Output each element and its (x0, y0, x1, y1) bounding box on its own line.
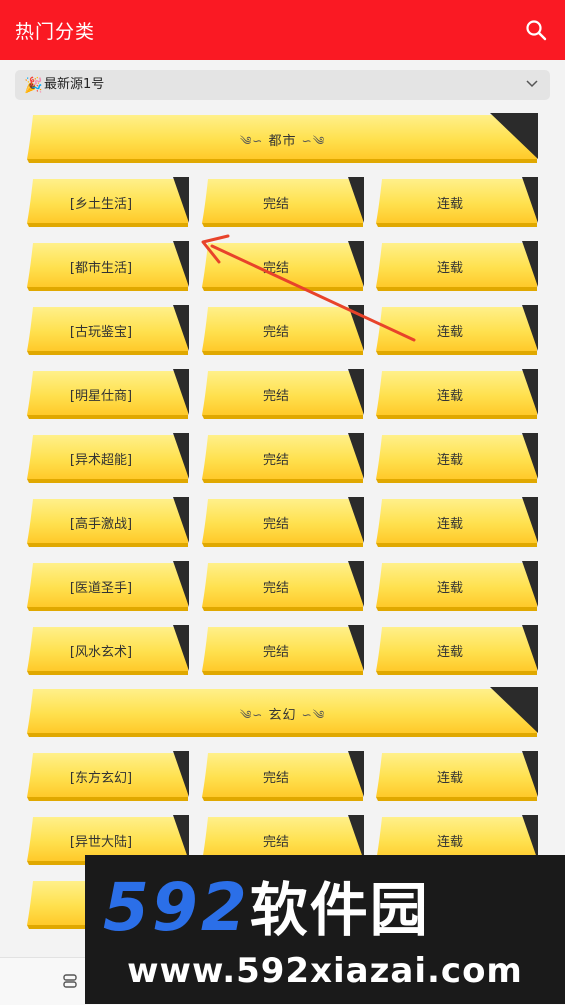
tile-label: 完结 (262, 645, 289, 660)
category-tile[interactable]: [高手激战] (27, 497, 189, 547)
serializing-tile[interactable]: 连载 (376, 561, 538, 611)
tile-label: 连载 (436, 453, 463, 468)
tile-label: [乡土生活] (69, 197, 133, 212)
tile-label: 完结 (262, 325, 289, 340)
category-tile[interactable]: [风水玄术] (27, 625, 189, 675)
tile-label: 完结 (262, 197, 289, 212)
tile-label: [异术超能] (69, 453, 133, 468)
ornament-right: ∽༄ (301, 134, 326, 148)
tile-label: 连载 (436, 517, 463, 532)
tile-label: 连载 (436, 389, 463, 404)
tile-label: 连载 (436, 581, 463, 596)
tile-label: 连载 (436, 771, 463, 786)
tile-label: 连载 (436, 261, 463, 276)
section-title: 都市 (268, 134, 297, 149)
tile-label: 完结 (262, 453, 289, 468)
ornament-right: ∽༄ (301, 708, 326, 722)
tile-label: 连载 (436, 197, 463, 212)
tile-label: [古玩鉴宝] (69, 325, 133, 340)
source-selector[interactable]: 🎉 最新源1号 (15, 70, 550, 100)
completed-tile[interactable]: 完结 (202, 625, 364, 675)
completed-tile[interactable]: 完结 (202, 305, 364, 355)
tile-label: [风水玄术] (69, 645, 133, 660)
watermark-digits: 592 (103, 869, 250, 946)
category-tile[interactable]: [明星仕商] (27, 369, 189, 419)
serializing-tile[interactable]: 连载 (376, 433, 538, 483)
serializing-tile[interactable]: 连载 (376, 305, 538, 355)
tile-label: 完结 (262, 261, 289, 276)
tile-label: [异世大陆] (69, 835, 133, 850)
watermark: 592软件园 www.592xiazai.com (85, 855, 565, 1004)
completed-tile[interactable]: 完结 (202, 751, 364, 801)
stack-icon[interactable] (62, 973, 78, 989)
section-title: 玄幻 (268, 708, 297, 723)
serializing-tile[interactable]: 连载 (376, 241, 538, 291)
serializing-tile[interactable]: 连载 (376, 625, 538, 675)
tile-label: 完结 (262, 389, 289, 404)
serializing-tile[interactable]: 连载 (376, 497, 538, 547)
tile-label: 完结 (262, 771, 289, 786)
tile-label: 连载 (436, 835, 463, 850)
chevron-down-icon[interactable] (526, 80, 538, 88)
completed-tile[interactable]: 完结 (202, 497, 364, 547)
tile-label: [都市生活] (69, 261, 133, 276)
watermark-brand: 软件园 (249, 876, 430, 944)
tile-label: 连载 (436, 645, 463, 660)
source-label: 最新源1号 (44, 77, 105, 92)
category-tile[interactable]: [异术超能] (27, 433, 189, 483)
completed-tile[interactable]: 完结 (202, 177, 364, 227)
tile-label: [东方玄幻] (69, 771, 133, 786)
app-bar: 热门分类 (0, 0, 565, 60)
section-header-1: ༄∽ 都市 ∽༄ (27, 113, 538, 163)
serializing-tile[interactable]: 连载 (376, 751, 538, 801)
category-tile[interactable]: [都市生活] (27, 241, 189, 291)
completed-tile[interactable]: 完结 (202, 561, 364, 611)
watermark-url: www.592xiazai.com (127, 951, 523, 991)
ornament-left: ༄∽ (239, 708, 264, 722)
category-tile[interactable]: [东方玄幻] (27, 751, 189, 801)
search-icon[interactable] (525, 19, 547, 41)
tile-label: [医道圣手] (69, 581, 133, 596)
category-tile[interactable]: [医道圣手] (27, 561, 189, 611)
page-title: 热门分类 (15, 21, 96, 43)
section-header-2: ༄∽ 玄幻 ∽༄ (27, 687, 538, 737)
completed-tile[interactable]: 完结 (202, 433, 364, 483)
party-popper-icon: 🎉 (24, 76, 43, 94)
tile-label: 完结 (262, 835, 289, 850)
tile-label: [明星仕商] (69, 389, 133, 404)
category-tile[interactable]: [乡土生活] (27, 177, 189, 227)
category-tile[interactable]: [古玩鉴宝] (27, 305, 189, 355)
serializing-tile[interactable]: 连载 (376, 177, 538, 227)
tile-label: 完结 (262, 517, 289, 532)
completed-tile[interactable]: 完结 (202, 241, 364, 291)
tile-label: 连载 (436, 325, 463, 340)
serializing-tile[interactable]: 连载 (376, 369, 538, 419)
tile-label: 完结 (262, 581, 289, 596)
ornament-left: ༄∽ (239, 134, 264, 148)
completed-tile[interactable]: 完结 (202, 369, 364, 419)
tile-label: [高手激战] (69, 517, 133, 532)
